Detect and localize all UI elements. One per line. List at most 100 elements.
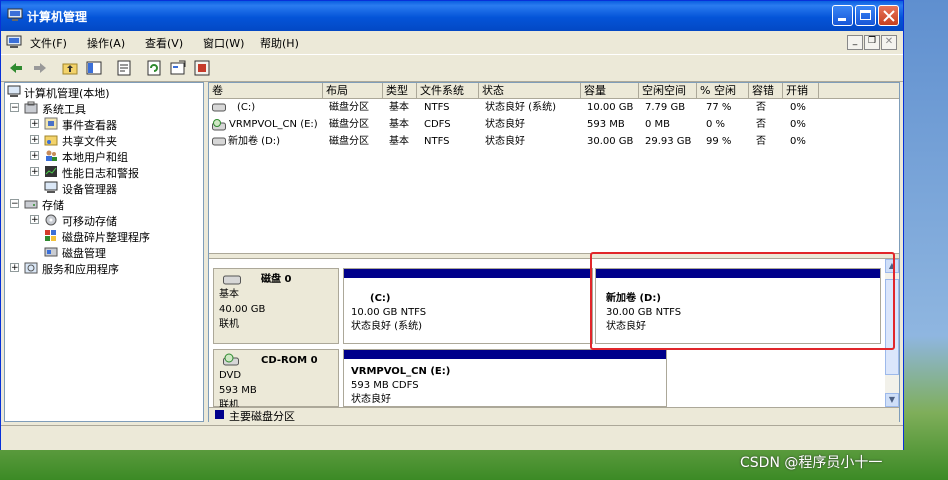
show-hide-tree-icon[interactable]: [85, 59, 103, 77]
primary-partition-bar: [344, 269, 592, 278]
cell-overhead: 0%: [790, 136, 806, 147]
device-manager-icon: [44, 181, 58, 193]
partition-e[interactable]: VRMPVOL_CN (E:) 593 MB CDFS 状态良好: [343, 349, 667, 407]
title-bar[interactable]: 计算机管理: [1, 1, 903, 31]
cell-overhead: 0%: [790, 102, 806, 113]
disk-type: DVD: [219, 370, 242, 381]
column-header-volume[interactable]: 卷: [209, 83, 323, 99]
scroll-down-icon[interactable]: ▼: [885, 393, 899, 407]
primary-partition-swatch: [215, 410, 224, 419]
cell-status: 状态良好: [485, 136, 525, 147]
properties-icon[interactable]: [115, 59, 133, 77]
column-header-filler: [819, 83, 899, 99]
tree-label: 服务和应用程序: [42, 263, 119, 276]
cell-percent-free: 0 %: [706, 119, 726, 130]
computer-management-window: 计算机管理 文件(F) 操作(A) 查看(V) 窗口(W) 帮助(H) _ ❐ …: [0, 0, 904, 450]
shared-folder-icon: [44, 135, 58, 146]
cell-layout: 磁盘分区: [329, 136, 369, 147]
cdrom-0-label[interactable]: CD-ROM 0 DVD 593 MB 联机: [213, 349, 339, 411]
back-arrow-icon[interactable]: [7, 59, 25, 77]
disk-name: CD-ROM 0: [261, 355, 318, 366]
collapse-toggle-icon[interactable]: −: [10, 199, 19, 209]
defrag-icon: [45, 230, 56, 241]
cell-capacity: 593 MB: [587, 119, 625, 130]
storage-icon: [24, 200, 38, 209]
removable-storage-icon: [45, 214, 57, 226]
expand-toggle-icon[interactable]: +: [30, 119, 39, 129]
expand-toggle-icon[interactable]: +: [10, 263, 19, 273]
column-header-fault-tolerance[interactable]: 容错: [749, 83, 783, 99]
help-icon[interactable]: [193, 59, 211, 77]
menu-bar: 文件(F) 操作(A) 查看(V) 窗口(W) 帮助(H) _ ❐ ✕: [1, 31, 903, 53]
column-header-layout[interactable]: 布局: [323, 83, 383, 99]
disk-state: 联机: [219, 319, 239, 330]
drive-icon: [212, 137, 226, 146]
cell-fault-tolerance: 否: [756, 136, 766, 147]
column-header-capacity[interactable]: 容量: [581, 83, 639, 99]
drive-icon: [212, 103, 226, 112]
expand-toggle-icon[interactable]: +: [30, 167, 39, 177]
disk-name: 磁盘 0: [261, 274, 292, 285]
hard-disk-icon: [223, 275, 241, 285]
column-header-percent-free[interactable]: % 空闲: [697, 83, 749, 99]
expand-toggle-icon[interactable]: +: [30, 151, 39, 161]
partition-info: 593 MB CDFS: [351, 380, 419, 391]
up-folder-icon[interactable]: [61, 59, 79, 77]
cell-fault-tolerance: 否: [756, 102, 766, 113]
disk-management-icon: [44, 247, 58, 257]
cell-layout: 磁盘分区: [329, 102, 369, 113]
cell-capacity: 30.00 GB: [587, 136, 634, 147]
menu-file[interactable]: 文件(F): [30, 35, 67, 51]
highlight-annotation: [590, 252, 895, 350]
partition-info: 10.00 GB NTFS: [351, 307, 427, 318]
tree-label: 计算机管理(本地): [24, 87, 110, 100]
tree-label: 共享文件夹: [62, 135, 117, 148]
status-bar: [1, 425, 903, 450]
legend: 主要磁盘分区: [209, 407, 899, 423]
collapse-toggle-icon[interactable]: −: [10, 103, 19, 113]
primary-partition-bar: [344, 350, 666, 359]
partition-c[interactable]: (C:) 10.00 GB NTFS 状态良好 (系统): [343, 268, 593, 344]
child-close-button[interactable]: ✕: [881, 35, 897, 50]
computer-icon: [7, 85, 21, 97]
window-title: 计算机管理: [27, 10, 88, 24]
disk-0-label[interactable]: 磁盘 0 基本 40.00 GB 联机: [213, 268, 339, 344]
child-minimize-button[interactable]: _: [847, 35, 863, 50]
forward-arrow-icon[interactable]: [31, 59, 49, 77]
maximize-button[interactable]: [855, 5, 876, 26]
tree-label: 系统工具: [42, 103, 86, 116]
table-row[interactable]: (C:) 磁盘分区 基本 NTFS 状态良好 (系统) 10.00 GB 7.7…: [209, 100, 899, 117]
column-header-overhead[interactable]: 开销: [783, 83, 819, 99]
disk-size: 593 MB: [219, 385, 257, 396]
column-header-status[interactable]: 状态: [479, 83, 581, 99]
cell-free-space: 7.79 GB: [645, 102, 686, 113]
export-list-icon[interactable]: [169, 59, 187, 77]
column-header-type[interactable]: 类型: [383, 83, 417, 99]
column-header-free-space[interactable]: 空闲空间: [639, 83, 697, 99]
menu-help[interactable]: 帮助(H): [260, 35, 299, 51]
watermark: CSDN @程序员小十一: [740, 455, 883, 471]
computer-menu-icon[interactable]: [6, 35, 22, 49]
cell-filesystem: NTFS: [424, 102, 450, 113]
column-header-filesystem[interactable]: 文件系统: [417, 83, 479, 99]
computer-icon: [7, 8, 23, 21]
refresh-icon[interactable]: [145, 59, 163, 77]
minimize-button[interactable]: [832, 5, 853, 26]
menu-window[interactable]: 窗口(W): [203, 35, 244, 51]
table-row[interactable]: VRMPVOL_CN (E:) 磁盘分区 基本 CDFS 状态良好 593 MB…: [209, 117, 899, 134]
expand-toggle-icon[interactable]: +: [30, 215, 39, 225]
tree-label: 本地用户和组: [62, 151, 128, 164]
tree-label: 磁盘管理: [62, 247, 106, 260]
tree-label: 可移动存储: [62, 215, 117, 228]
child-restore-button[interactable]: ❐: [864, 35, 880, 50]
disk-type: 基本: [219, 289, 239, 300]
volume-list: 卷 布局 类型 文件系统 状态 容量 空闲空间 % 空闲 容错 开销 (C:) …: [209, 83, 899, 253]
cell-type: 基本: [389, 119, 409, 130]
cell-percent-free: 99 %: [706, 136, 732, 147]
table-row[interactable]: 新加卷 (D:) 磁盘分区 基本 NTFS 状态良好 30.00 GB 29.9…: [209, 134, 899, 151]
menu-action[interactable]: 操作(A): [87, 35, 125, 51]
expand-toggle-icon[interactable]: +: [30, 135, 39, 145]
menu-view[interactable]: 查看(V): [145, 35, 183, 51]
close-button[interactable]: [878, 5, 899, 26]
cd-drive-icon: [223, 353, 239, 366]
